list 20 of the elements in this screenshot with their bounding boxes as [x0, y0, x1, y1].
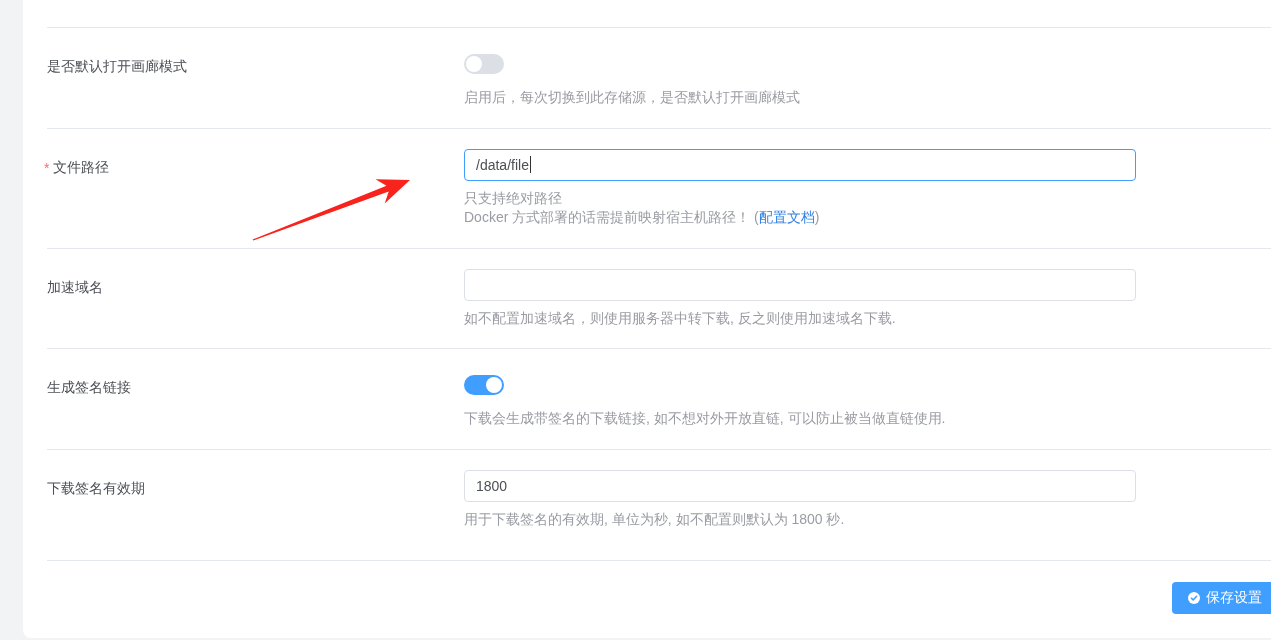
docs-link[interactable]: 配置文档 [758, 209, 815, 225]
hint-text: 用于下载签名的有效期, 单位为秒, 如不配置则默认为 1800 秒. [464, 509, 846, 529]
hint-text: Docker 方式部署的话需提前映射宿主机路径！ (配置文档) [464, 208, 821, 227]
field-label: 是否默认打开画廊模式 [47, 58, 187, 76]
hint-text: 下载会生成带签名的下载链接, 如不想对外开放直链, 可以防止被当做直链使用. [464, 409, 947, 428]
text-input[interactable]: 1800 [464, 469, 1136, 502]
field-label: 下载签名有效期 [47, 479, 145, 498]
hint-text: 如不配置加速域名，则使用服务器中转下载, 反之则使用加速域名下载. [464, 308, 897, 328]
field-label: 生成签名链接 [47, 379, 131, 397]
text-input[interactable] [464, 268, 1136, 301]
check-circle-icon [1188, 592, 1200, 604]
required-mark: * [44, 159, 50, 176]
toggle-switch[interactable] [464, 375, 504, 395]
field-label: 文件路径 [53, 158, 110, 177]
hint-text: 只支持绝对路径 [464, 188, 563, 208]
field-label: 加速域名 [47, 278, 103, 297]
text-input[interactable]: /data/file [464, 148, 1136, 181]
text-cursor-icon [529, 156, 531, 173]
toggle-switch[interactable] [464, 54, 504, 74]
hint-text: 启用后，每次切换到此存储源，是否默认打开画廊模式 [464, 88, 801, 107]
